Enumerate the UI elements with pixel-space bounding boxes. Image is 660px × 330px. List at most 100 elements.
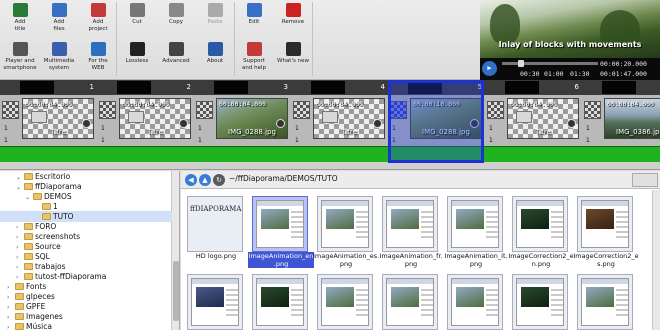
file-item[interactable]: [508, 270, 570, 330]
tree-item[interactable]: › Música: [0, 321, 172, 330]
music-track[interactable]: [0, 146, 660, 162]
file-item[interactable]: [378, 270, 440, 330]
screenshot-line: [356, 309, 368, 311]
file-item[interactable]: [443, 270, 505, 330]
add-title-button[interactable]: Add title: [0, 3, 40, 32]
screenshot-image: [391, 209, 419, 229]
timeline-slide[interactable]: 2 1 1 00:00:04.000 Titre: [97, 80, 195, 146]
screenshot-image: [326, 287, 354, 307]
folder-tree[interactable]: ⌄ Escritorio ⌄ ffDiaporama ⌄ DEMOS 1 TUTO › FORO ›…: [0, 171, 180, 330]
file-item[interactable]: [248, 270, 310, 330]
screenshot-line: [616, 216, 628, 218]
add-project-button[interactable]: Add project: [78, 3, 118, 32]
about-button[interactable]: About: [195, 42, 235, 65]
screenshot-line: [226, 304, 238, 306]
screenshot-line: [616, 236, 628, 238]
screenshot-line: [291, 314, 303, 316]
slide-thumbnail[interactable]: 00:00:04.000 Titre: [313, 98, 385, 139]
file-item[interactable]: ImageAnimation_fr. png: [378, 192, 443, 268]
screenshot-titlebar: [517, 279, 563, 284]
transition-icon[interactable]: [293, 101, 310, 119]
screenshot-line: [616, 314, 628, 316]
file-item[interactable]: ImageCorrection2_e s.png: [573, 192, 639, 268]
screenshot-line: [356, 211, 368, 213]
toolbar-separator: [234, 2, 235, 76]
transition-icon[interactable]: [99, 101, 116, 119]
support-button[interactable]: Support and help: [234, 42, 274, 71]
file-item[interactable]: ImageAnimation_en .png: [248, 192, 314, 268]
scrollbar-thumb[interactable]: [173, 261, 179, 321]
refresh-icon[interactable]: ↻: [213, 174, 225, 186]
slider-knob[interactable]: [518, 60, 524, 67]
toolbar-label: Player and smartphone: [3, 58, 37, 71]
slide-thumbnail[interactable]: 00:00:04.000 Titre: [119, 98, 191, 139]
slide-row: 1 1 00:00:04.000 Titre: [485, 95, 583, 146]
view-options-button[interactable]: [632, 173, 658, 187]
toolbar-label: Copy: [169, 19, 183, 25]
file-item[interactable]: [313, 270, 375, 330]
slide-thumbnail[interactable]: 00:00:04.000 Titre: [507, 98, 579, 139]
lossless-icon: [129, 42, 145, 56]
file-item[interactable]: [183, 270, 245, 330]
add-files-button[interactable]: Add files: [39, 3, 79, 32]
cut-button[interactable]: Cut: [117, 3, 157, 26]
whats-new-button[interactable]: What's new: [273, 42, 313, 65]
slide-thumbnail[interactable]: 00:00:04.000 IMG_0288.jpg: [216, 98, 288, 139]
slide-duration: 00:00:04.000: [219, 100, 266, 108]
back-icon[interactable]: ◀: [185, 174, 197, 186]
play-icon[interactable]: ▶: [482, 61, 497, 76]
file-thumbnail: [317, 274, 373, 330]
edit-button[interactable]: Edit: [234, 3, 274, 26]
slide-strip: 2: [97, 80, 195, 95]
timeline-slide[interactable]: 1 1 1 00:00:04.000 Titre: [0, 80, 98, 146]
transition-icon[interactable]: [196, 101, 213, 119]
screenshot-line: [421, 211, 433, 213]
monitor-button[interactable]: Multimedia system: [39, 42, 79, 71]
file-item[interactable]: ImageAnimation_it. png: [443, 192, 508, 268]
file-browser: ◀ ▲ ↻ ~/ffDiaporama/DEMOS/TUTO ffDIAPORA…: [181, 171, 660, 330]
transition-icon[interactable]: [584, 101, 601, 119]
timeline[interactable]: 1 1 1 00:00:04.000 Titre 2 1 1 00:00:04.000 Titre…: [0, 80, 660, 170]
timeline-slide[interactable]: 7 1 1 00:00:04.000 IMG_0386.jpg: [582, 80, 660, 146]
slide-row: 1 1 00:00:04.000 Titre: [0, 95, 98, 146]
up-icon[interactable]: ▲: [199, 174, 211, 186]
file-thumbnail: [447, 274, 503, 330]
folder-icon: [24, 223, 33, 230]
tree-item-label: screenshots: [35, 232, 81, 241]
web-button[interactable]: For the WEB: [78, 42, 118, 71]
timeline-slide[interactable]: 6 1 1 00:00:04.000 Titre: [485, 80, 583, 146]
paste-button[interactable]: Paste: [195, 3, 235, 26]
clock-icon: [373, 119, 382, 128]
file-item[interactable]: ImageCorrection2_e n.png: [508, 192, 574, 268]
file-grid[interactable]: ffDIAPORAMA HD logo.png ImageAnimation_en …: [181, 190, 660, 330]
expand-arrow-icon[interactable]: ›: [7, 322, 15, 330]
screenshot-line: [356, 294, 368, 296]
screenshot-line: [421, 289, 433, 291]
screenshot-image: [456, 287, 484, 307]
file-item[interactable]: ImageAnimation_es. png: [313, 192, 379, 268]
phone-button[interactable]: Player and smartphone: [0, 42, 40, 71]
slide-thumbnail[interactable]: 00:00:04.000 Titre: [22, 98, 94, 139]
screenshot-line: [616, 231, 628, 233]
timeline-slide[interactable]: 3 1 1 00:00:04.000 IMG_0288.jpg: [194, 80, 292, 146]
slide-title: Titre: [341, 128, 357, 136]
file-item[interactable]: [573, 270, 635, 330]
tree-item-label: Imagenes: [26, 312, 63, 321]
transition-icon[interactable]: [2, 101, 19, 119]
remove-button[interactable]: Remove: [273, 3, 313, 26]
screenshot-line: [486, 231, 498, 233]
folder-icon: [15, 313, 24, 320]
file-item[interactable]: ffDIAPORAMA HD logo.png: [183, 192, 245, 268]
lossless-button[interactable]: Lossless: [117, 42, 157, 65]
folder-icon: [24, 253, 33, 260]
copy-button[interactable]: Copy: [156, 3, 196, 26]
tree-scrollbar[interactable]: [171, 171, 179, 330]
transition-icon[interactable]: [487, 101, 504, 119]
slide-thumbnail[interactable]: 00:00:04.000 IMG_0386.jpg: [604, 98, 660, 139]
timeline-slide[interactable]: 4 1 1 00:00:04.000 Titre: [291, 80, 389, 146]
preview-seek-slider[interactable]: [502, 60, 598, 67]
file-scrollbar[interactable]: [652, 190, 660, 330]
screenshot-line: [291, 309, 303, 311]
slide-number: 4: [380, 83, 385, 91]
advanced-button[interactable]: Advanced: [156, 42, 196, 65]
